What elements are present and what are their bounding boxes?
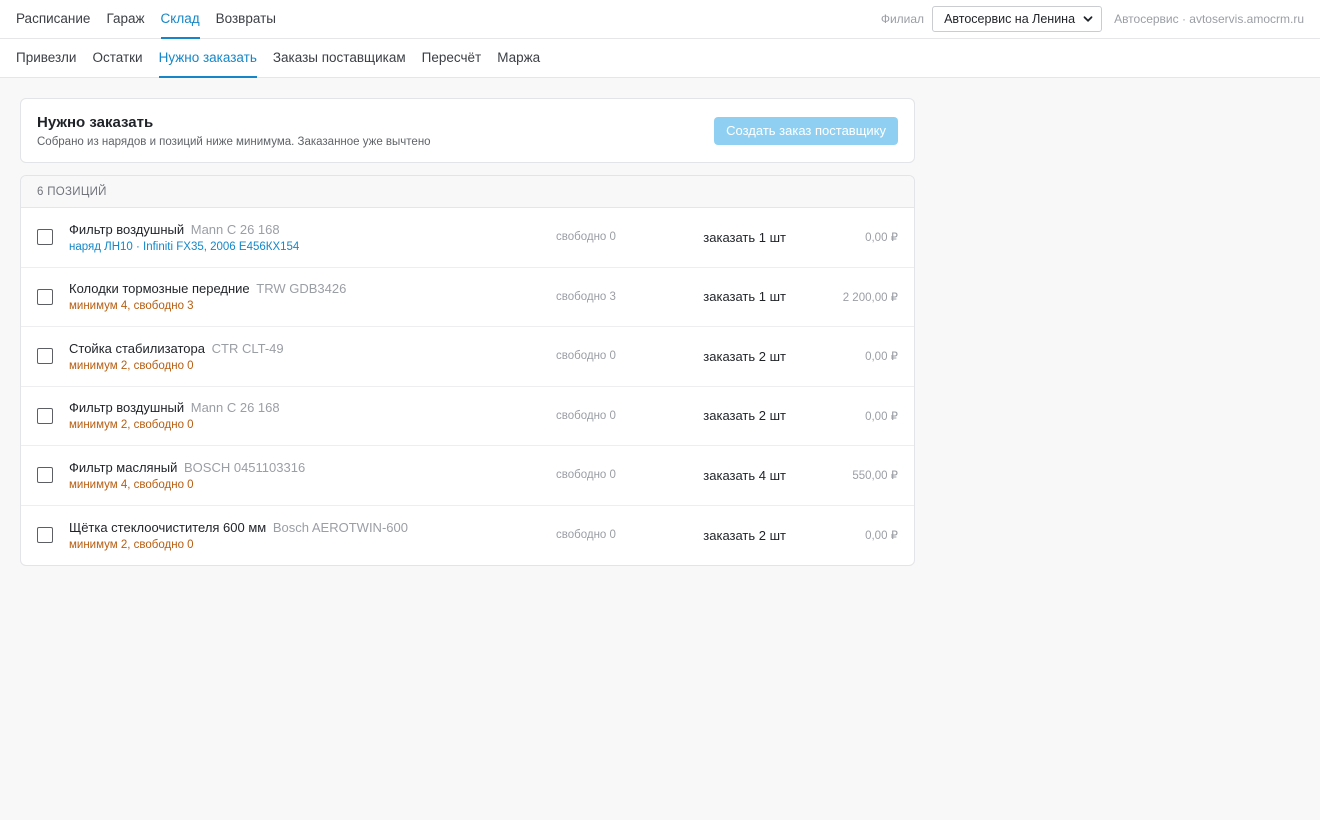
item-min-stock: минимум 4, свободно 3 bbox=[69, 300, 194, 313]
account-info: Автосервис · avtoservis.amocrm.ru bbox=[1114, 12, 1304, 26]
item-price: 0,00 ₽ bbox=[865, 530, 898, 543]
branch-select[interactable]: Автосервис на Ленина bbox=[932, 6, 1103, 32]
page-title: Нужно заказать bbox=[37, 113, 154, 131]
item-name: Фильтр воздушный bbox=[69, 400, 185, 416]
list-item: Фильтр масляный BOSCH 0451103316 минимум… bbox=[21, 446, 914, 506]
tab-stock[interactable]: Остатки bbox=[92, 39, 142, 78]
item-title: Щётка стеклоочистителя 600 мм Bosch AERO… bbox=[69, 520, 556, 535]
item-code: BOSCH 0451103316 bbox=[184, 459, 306, 475]
item-name: Щётка стеклоочистителя 600 мм bbox=[69, 519, 267, 535]
warehouse-subnav: Привезли Остатки Нужно заказать Заказы п… bbox=[0, 39, 1320, 78]
item-free-stock: свободно 0 bbox=[556, 469, 616, 482]
branch-select-value: Автосервис на Ленина bbox=[944, 12, 1076, 26]
item-info: Фильтр воздушный Mann C 26 168 наряд ЛН1… bbox=[69, 222, 556, 253]
item-order-qty: заказать 4 шт bbox=[703, 467, 786, 483]
row-checkbox[interactable] bbox=[37, 348, 53, 365]
branch-selector: Филиал Автосервис на Ленина bbox=[880, 0, 1103, 38]
row-checkbox[interactable] bbox=[37, 407, 53, 424]
branch-label: Филиал bbox=[880, 12, 925, 26]
item-price: 550,00 ₽ bbox=[852, 470, 898, 483]
item-code: Mann C 26 168 bbox=[190, 221, 280, 237]
item-info: Щётка стеклоочистителя 600 мм Bosch AERO… bbox=[69, 520, 556, 551]
item-code: Bosch AEROTWIN-600 bbox=[272, 519, 408, 535]
item-title: Колодки тормозные передние TRW GDB3426 bbox=[69, 281, 556, 296]
item-code: Mann C 26 168 bbox=[190, 400, 280, 416]
nav-item-returns[interactable]: Возвраты bbox=[216, 0, 276, 39]
row-checkbox[interactable] bbox=[37, 527, 53, 544]
item-title: Фильтр воздушный Mann C 26 168 bbox=[69, 400, 556, 415]
item-free-stock: свободно 0 bbox=[556, 350, 616, 363]
header-text: Нужно заказать Собрано из нарядов и пози… bbox=[37, 114, 431, 148]
tab-supplier-orders[interactable]: Заказы поставщикам bbox=[273, 39, 406, 78]
item-info: Фильтр масляный BOSCH 0451103316 минимум… bbox=[69, 460, 556, 491]
list-item: Фильтр воздушный Mann C 26 168 минимум 2… bbox=[21, 387, 914, 446]
item-info: Стойка стабилизатора CTR CLT-49 минимум … bbox=[69, 341, 556, 372]
item-price: 0,00 ₽ bbox=[865, 410, 898, 423]
item-price: 0,00 ₽ bbox=[865, 351, 898, 364]
main-content: Нужно заказать Собрано из нарядов и пози… bbox=[0, 78, 1320, 566]
item-order-qty: заказать 2 шт bbox=[703, 408, 786, 424]
nav-item-schedule[interactable]: Расписание bbox=[16, 0, 90, 39]
item-order-qty: заказать 2 шт bbox=[703, 348, 786, 364]
list-item: Фильтр воздушный Mann C 26 168 наряд ЛН1… bbox=[21, 208, 914, 268]
tab-need-to-order[interactable]: Нужно заказать bbox=[158, 39, 257, 78]
row-checkbox[interactable] bbox=[37, 229, 53, 246]
item-price: 0,00 ₽ bbox=[865, 232, 898, 245]
item-name: Фильтр воздушный bbox=[69, 221, 185, 237]
item-order-qty: заказать 1 шт bbox=[703, 289, 786, 305]
item-info: Колодки тормозные передние TRW GDB3426 м… bbox=[69, 281, 556, 312]
item-title: Фильтр воздушный Mann C 26 168 bbox=[69, 222, 556, 237]
item-name: Стойка стабилизатора bbox=[69, 340, 205, 356]
list-item: Стойка стабилизатора CTR CLT-49 минимум … bbox=[21, 327, 914, 387]
row-checkbox[interactable] bbox=[37, 288, 53, 305]
item-min-stock: минимум 2, свободно 0 bbox=[69, 359, 194, 372]
list-item: Щётка стеклоочистителя 600 мм Bosch AERO… bbox=[21, 506, 914, 566]
item-code: TRW GDB3426 bbox=[256, 281, 347, 297]
chevron-down-icon bbox=[1083, 16, 1093, 22]
order-list: 6 позиций Фильтр воздушный Mann C 26 168… bbox=[20, 175, 915, 566]
main-nav: Расписание Гараж Склад Возвраты bbox=[16, 0, 276, 39]
item-work-order-link[interactable]: наряд ЛН10 · Infiniti FX35, 2006 Е456КХ1… bbox=[69, 241, 556, 253]
item-code: CTR CLT-49 bbox=[211, 340, 284, 356]
top-bar: Расписание Гараж Склад Возвраты Филиал А… bbox=[0, 0, 1320, 39]
tab-recount[interactable]: Пересчёт bbox=[422, 39, 482, 78]
item-info: Фильтр воздушный Mann C 26 168 минимум 2… bbox=[69, 400, 556, 431]
header-card: Нужно заказать Собрано из нарядов и пози… bbox=[20, 98, 915, 163]
list-count: 6 позиций bbox=[21, 176, 914, 208]
item-free-stock: свободно 0 bbox=[556, 409, 616, 422]
list-item: Колодки тормозные передние TRW GDB3426 м… bbox=[21, 268, 914, 327]
item-title: Стойка стабилизатора CTR CLT-49 bbox=[69, 341, 556, 356]
item-min-stock: минимум 2, свободно 0 bbox=[69, 419, 194, 432]
tab-margin[interactable]: Маржа bbox=[497, 39, 540, 78]
page-subtitle: Собрано из нарядов и позиций ниже миниму… bbox=[37, 135, 431, 148]
item-free-stock: свободно 0 bbox=[556, 231, 616, 244]
item-price: 2 200,00 ₽ bbox=[842, 291, 898, 304]
create-supplier-order-button[interactable]: Создать заказ поставщику bbox=[714, 116, 898, 145]
item-order-qty: заказать 2 шт bbox=[703, 527, 786, 543]
item-name: Колодки тормозные передние bbox=[69, 281, 250, 297]
tab-arrived[interactable]: Привезли bbox=[16, 39, 76, 78]
row-checkbox[interactable] bbox=[37, 467, 53, 484]
item-min-stock: минимум 2, свободно 0 bbox=[69, 538, 194, 551]
item-min-stock: минимум 4, свободно 0 bbox=[69, 478, 194, 491]
item-name: Фильтр масляный bbox=[69, 459, 178, 475]
item-free-stock: свободно 3 bbox=[556, 290, 616, 303]
item-order-qty: заказать 1 шт bbox=[703, 229, 786, 245]
nav-item-warehouse[interactable]: Склад bbox=[160, 0, 200, 39]
item-free-stock: свободно 0 bbox=[556, 529, 616, 542]
nav-item-garage[interactable]: Гараж bbox=[106, 0, 144, 39]
item-title: Фильтр масляный BOSCH 0451103316 bbox=[69, 460, 556, 475]
